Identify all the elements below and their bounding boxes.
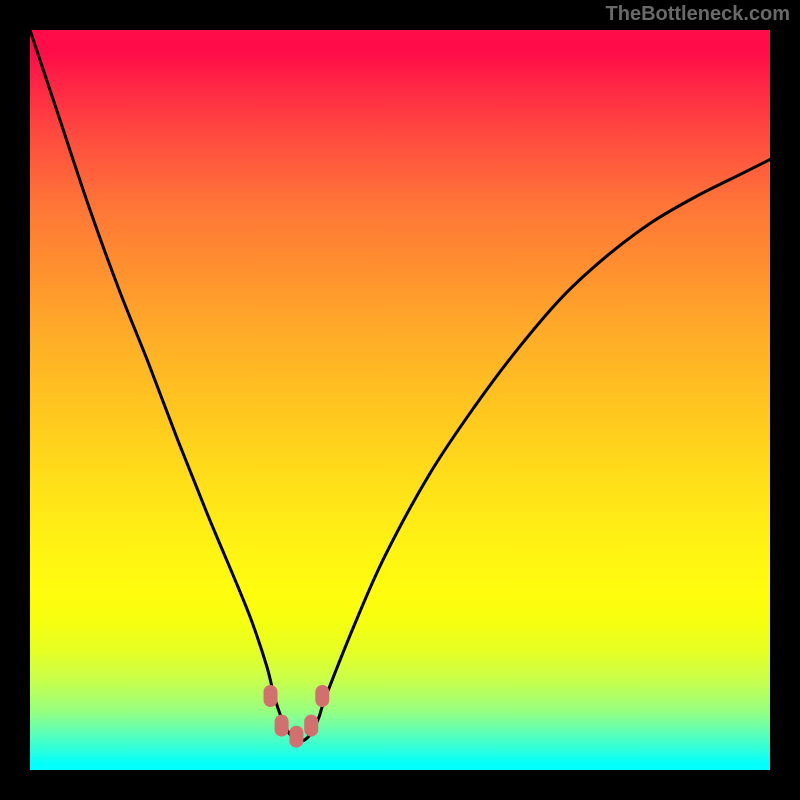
curve-marker [275,715,289,737]
curve-marker [304,715,318,737]
plot-area [30,30,770,770]
curve-marker [289,726,303,748]
curve-marker [264,685,278,707]
bottleneck-curve [30,30,770,741]
attribution-label: TheBottleneck.com [606,3,790,26]
chart-svg [30,30,770,770]
chart-container: TheBottleneck.com [0,0,800,800]
curve-marker [315,685,329,707]
